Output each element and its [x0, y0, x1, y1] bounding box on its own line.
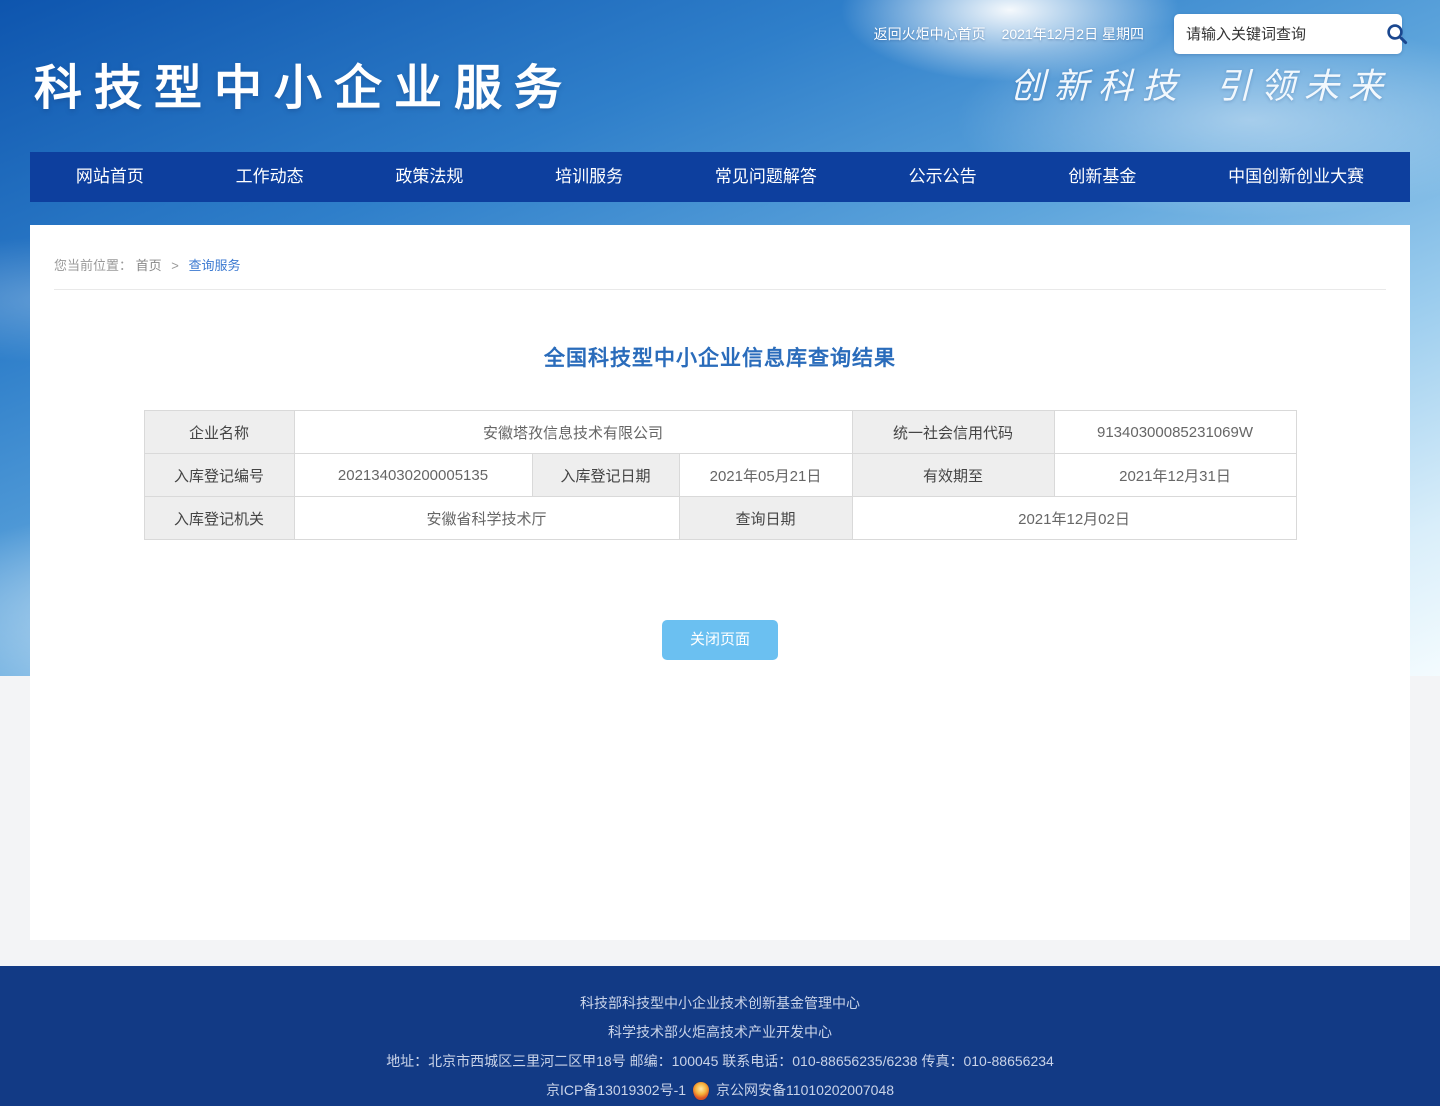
registration-number-value: 202134030200005135	[294, 454, 532, 497]
registration-number-label: 入库登记编号	[144, 454, 294, 497]
credit-code-value: 91340300085231069W	[1054, 411, 1296, 454]
close-page-button[interactable]: 关闭页面	[662, 620, 778, 660]
site-logo: 科技型中小企业服务	[34, 48, 574, 118]
icp-record-link[interactable]: 京ICP备13019302号-1	[546, 1081, 686, 1100]
footer-address-line: 地址：北京市西城区三里河二区甲18号 邮编：100045 联系电话：010-88…	[386, 1052, 1054, 1071]
search-button[interactable]	[1385, 20, 1409, 48]
police-record-link[interactable]: 京公网安备11010202007048	[716, 1081, 894, 1100]
nav-item-faq[interactable]: 常见问题解答	[709, 152, 823, 202]
breadcrumb: 您当前位置： 首页 > 查询服务	[54, 225, 1386, 290]
valid-until-value: 2021年12月31日	[1054, 454, 1296, 497]
torch-center-home-link[interactable]: 返回火炬中心首页	[874, 24, 986, 44]
breadcrumb-separator: >	[171, 258, 179, 273]
main-nav: 网站首页 工作动态 政策法规 培训服务 常见问题解答 公示公告 创新基金 中国创…	[30, 152, 1410, 202]
site-slogan: 创新科技引领未来	[1010, 58, 1392, 109]
top-bar: 返回火炬中心首页 2021年12月2日 星期四	[874, 14, 1402, 54]
nav-item-announcements[interactable]: 公示公告	[903, 152, 983, 202]
query-result-table: 企业名称 安徽塔孜信息技术有限公司 统一社会信用代码 9134030008523…	[144, 410, 1297, 540]
footer-org-line1: 科技部科技型中小企业技术创新基金管理中心	[580, 994, 860, 1013]
site-footer: 科技部科技型中小企业技术创新基金管理中心 科学技术部火炬高技术产业开发中心 地址…	[0, 966, 1440, 1106]
slogan-part2: 引领未来	[1216, 67, 1392, 107]
registration-authority-value: 安徽省科学技术厅	[294, 497, 679, 540]
nav-item-innovation-fund[interactable]: 创新基金	[1062, 152, 1142, 202]
search-icon	[1385, 22, 1409, 46]
footer-icp-line: 京ICP备13019302号-1 京公网安备11010202007048	[546, 1081, 894, 1100]
query-date-value: 2021年12月02日	[852, 497, 1296, 540]
current-date: 2021年12月2日 星期四	[1002, 24, 1144, 44]
table-row: 入库登记编号 202134030200005135 入库登记日期 2021年05…	[144, 454, 1296, 497]
breadcrumb-current-link[interactable]: 查询服务	[189, 258, 241, 273]
nav-item-home[interactable]: 网站首页	[70, 152, 150, 202]
footer-org-line2: 科学技术部火炬高技术产业开发中心	[608, 1023, 832, 1042]
credit-code-label: 统一社会信用代码	[852, 411, 1054, 454]
breadcrumb-home-link[interactable]: 首页	[136, 258, 162, 273]
company-name-label: 企业名称	[144, 411, 294, 454]
registration-authority-label: 入库登记机关	[144, 497, 294, 540]
company-name-value: 安徽塔孜信息技术有限公司	[294, 411, 852, 454]
button-row: 关闭页面	[30, 620, 1410, 660]
registration-date-label: 入库登记日期	[532, 454, 679, 497]
nav-item-training[interactable]: 培训服务	[549, 152, 629, 202]
search-box	[1174, 14, 1402, 54]
nav-item-policies[interactable]: 政策法规	[389, 152, 469, 202]
breadcrumb-prefix: 您当前位置：	[54, 258, 132, 273]
nav-item-work-news[interactable]: 工作动态	[230, 152, 310, 202]
content-panel: 您当前位置： 首页 > 查询服务 全国科技型中小企业信息库查询结果 企业名称 安…	[30, 225, 1410, 940]
site-header: 科技型中小企业服务 创新科技引领未来 返回火炬中心首页 2021年12月2日 星…	[0, 0, 1440, 152]
search-input[interactable]	[1186, 26, 1385, 43]
slogan-part1: 创新科技	[1010, 67, 1186, 107]
page-title: 全国科技型中小企业信息库查询结果	[30, 342, 1410, 372]
valid-until-label: 有效期至	[852, 454, 1054, 497]
registration-date-value: 2021年05月21日	[679, 454, 852, 497]
police-badge-icon	[693, 1082, 709, 1100]
query-date-label: 查询日期	[679, 497, 852, 540]
nav-item-innovation-contest[interactable]: 中国创新创业大赛	[1222, 152, 1370, 202]
table-row: 企业名称 安徽塔孜信息技术有限公司 统一社会信用代码 9134030008523…	[144, 411, 1296, 454]
table-row: 入库登记机关 安徽省科学技术厅 查询日期 2021年12月02日	[144, 497, 1296, 540]
